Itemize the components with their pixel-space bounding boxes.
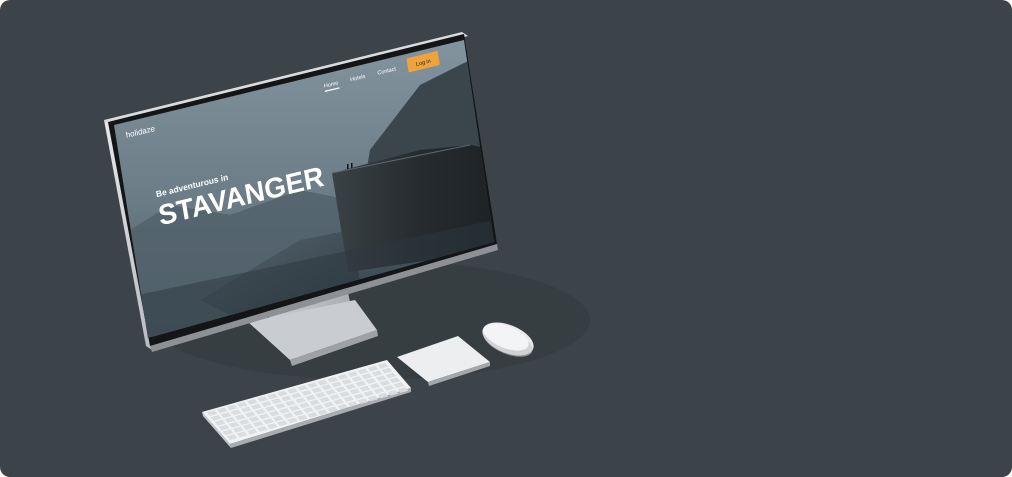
hiker-figure [347,164,349,169]
desk-illustration: holidaze Home Hotels Contact Log in Be a… [104,32,590,448]
mockup-card: holidaze Home Hotels Contact Log in Be a… [0,0,1012,477]
